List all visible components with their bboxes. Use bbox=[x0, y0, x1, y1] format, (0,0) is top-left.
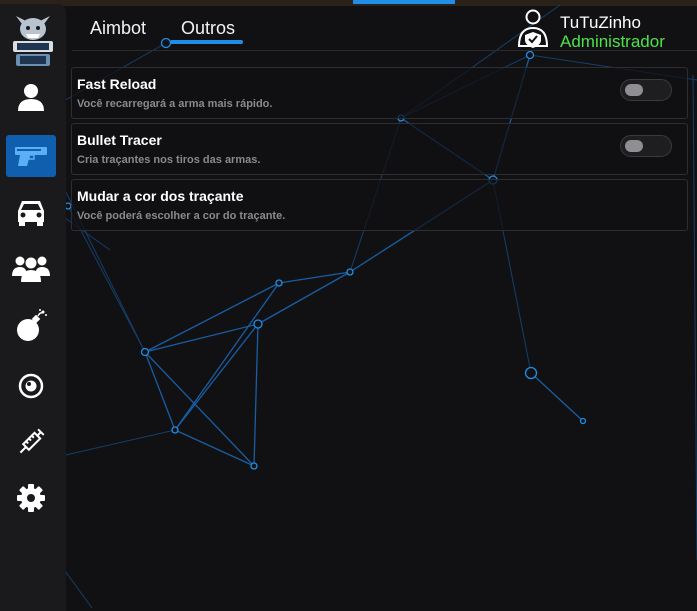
option-title: Bullet Tracer bbox=[77, 132, 162, 148]
sidebar-item-player[interactable] bbox=[6, 76, 56, 118]
admin-user-icon bbox=[516, 8, 550, 48]
sidebar bbox=[0, 4, 66, 611]
option-description: Você recarregará a arma mais rápido. bbox=[77, 98, 273, 110]
sidebar-item-players-online[interactable] bbox=[6, 247, 56, 289]
pistol-icon bbox=[15, 147, 47, 166]
syringe-icon bbox=[19, 428, 45, 454]
bomb-icon bbox=[17, 309, 47, 341]
option-title: Fast Reload bbox=[77, 76, 157, 92]
sidebar-item-health[interactable] bbox=[6, 421, 56, 463]
option-description: Você poderá escolher a cor do traçante. bbox=[77, 210, 286, 222]
bullet-tracer-toggle[interactable] bbox=[620, 135, 672, 157]
toggle-knob bbox=[625, 140, 643, 152]
option-title: Mudar a cor dos traçante bbox=[77, 188, 244, 204]
car-icon bbox=[18, 201, 44, 226]
group-icon bbox=[12, 256, 50, 282]
option-tracer-color[interactable]: Mudar a cor dos traçante Você poderá esc… bbox=[71, 179, 688, 231]
shark-menu-logo bbox=[10, 12, 56, 70]
top-accent-bar bbox=[353, 0, 455, 4]
fast-reload-toggle[interactable] bbox=[620, 79, 672, 101]
top-bar: Aimbot Outros TuTuZinho Administrador bbox=[66, 0, 697, 52]
toggle-knob bbox=[625, 84, 643, 96]
user-icon bbox=[18, 84, 44, 111]
user-role: Administrador bbox=[560, 32, 665, 51]
sidebar-item-visuals[interactable] bbox=[6, 365, 56, 407]
tab-outros[interactable]: Outros bbox=[181, 18, 235, 39]
gear-icon bbox=[17, 484, 45, 512]
option-description: Cria traçantes nos tiros das armas. bbox=[77, 154, 261, 166]
sidebar-item-weapons[interactable] bbox=[6, 135, 56, 177]
user-name: TuTuZinho bbox=[560, 13, 641, 32]
sidebar-item-vehicles[interactable] bbox=[6, 191, 56, 233]
tab-aimbot[interactable]: Aimbot bbox=[90, 18, 146, 39]
sidebar-item-explosives[interactable] bbox=[6, 305, 56, 347]
sidebar-item-settings[interactable] bbox=[6, 477, 56, 519]
eye-icon bbox=[18, 373, 44, 399]
option-fast-reload: Fast Reload Você recarregará a arma mais… bbox=[71, 67, 688, 119]
option-bullet-tracer: Bullet Tracer Cria traçantes nos tiros d… bbox=[71, 123, 688, 175]
active-tab-indicator bbox=[170, 40, 243, 44]
